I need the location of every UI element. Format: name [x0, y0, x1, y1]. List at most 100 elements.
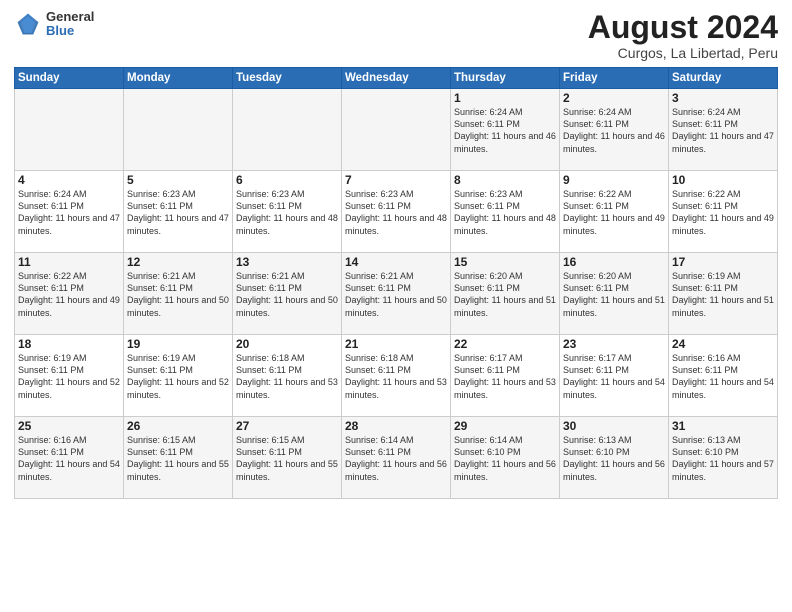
day-info: Sunrise: 6:17 AMSunset: 6:11 PMDaylight:…: [454, 353, 556, 399]
day-number: 29: [454, 419, 556, 433]
day-number: 18: [18, 337, 120, 351]
header: General Blue August 2024 Curgos, La Libe…: [14, 10, 778, 61]
calendar-cell: 21 Sunrise: 6:18 AMSunset: 6:11 PMDayligh…: [342, 335, 451, 417]
weekday-header-thursday: Thursday: [451, 68, 560, 89]
day-number: 3: [672, 91, 774, 105]
day-number: 19: [127, 337, 229, 351]
calendar-cell: 23 Sunrise: 6:17 AMSunset: 6:11 PMDayligh…: [560, 335, 669, 417]
calendar-cell: 24Sunrise: 6:16 AMSunset: 6:11 PMDayligh…: [669, 335, 778, 417]
day-info: Sunrise: 6:24 AMSunset: 6:11 PMDaylight:…: [18, 189, 120, 235]
day-number: 26: [127, 419, 229, 433]
day-info: Sunrise: 6:21 AMSunset: 6:11 PMDaylight:…: [236, 271, 338, 317]
day-info: Sunrise: 6:16 AMSunset: 6:11 PMDaylight:…: [18, 435, 120, 481]
day-number: 15: [454, 255, 556, 269]
calendar-cell: 13Sunrise: 6:21 AMSunset: 6:11 PMDayligh…: [233, 253, 342, 335]
calendar-cell: [124, 89, 233, 171]
day-info: Sunrise: 6:24 AMSunset: 6:11 PMDaylight:…: [454, 107, 556, 153]
day-info: Sunrise: 6:15 AMSunset: 6:11 PMDaylight:…: [127, 435, 229, 481]
calendar-table: SundayMondayTuesdayWednesdayThursdayFrid…: [14, 67, 778, 499]
day-number: 22: [454, 337, 556, 351]
logo-text: General Blue: [46, 10, 94, 39]
day-number: 8: [454, 173, 556, 187]
calendar-cell: 12Sunrise: 6:21 AMSunset: 6:11 PMDayligh…: [124, 253, 233, 335]
calendar-cell: [342, 89, 451, 171]
day-number: 5: [127, 173, 229, 187]
calendar-cell: 17 Sunrise: 6:19 AMSunset: 6:11 PMDayligh…: [669, 253, 778, 335]
day-info: Sunrise: 6:17 AMSunset: 6:11 PMDaylight:…: [563, 353, 665, 399]
day-number: 30: [563, 419, 665, 433]
day-info: Sunrise: 6:15 AMSunset: 6:11 PMDaylight:…: [236, 435, 338, 481]
weekday-header-tuesday: Tuesday: [233, 68, 342, 89]
day-info: Sunrise: 6:24 AMSunset: 6:11 PMDaylight:…: [563, 107, 665, 153]
logo: General Blue: [14, 10, 94, 39]
day-info: Sunrise: 6:19 AMSunset: 6:11 PMDaylight:…: [672, 271, 774, 317]
calendar-cell: 15 Sunrise: 6:20 AMSunset: 6:11 PMDayligh…: [451, 253, 560, 335]
calendar-cell: 20Sunrise: 6:18 AMSunset: 6:11 PMDayligh…: [233, 335, 342, 417]
day-info: Sunrise: 6:20 AMSunset: 6:11 PMDaylight:…: [563, 271, 665, 317]
day-info: Sunrise: 6:18 AMSunset: 6:11 PMDaylight:…: [345, 353, 447, 399]
day-info: Sunrise: 6:21 AMSunset: 6:11 PMDaylight:…: [345, 271, 447, 317]
calendar-cell: 4 Sunrise: 6:24 AMSunset: 6:11 PMDaylight…: [15, 171, 124, 253]
day-info: Sunrise: 6:13 AMSunset: 6:10 PMDaylight:…: [563, 435, 665, 481]
calendar-week-row: 25 Sunrise: 6:16 AMSunset: 6:11 PMDayligh…: [15, 417, 778, 499]
day-number: 7: [345, 173, 447, 187]
calendar-cell: 26 Sunrise: 6:15 AMSunset: 6:11 PMDayligh…: [124, 417, 233, 499]
calendar-cell: 9Sunrise: 6:22 AMSunset: 6:11 PMDaylight…: [560, 171, 669, 253]
day-info: Sunrise: 6:19 AMSunset: 6:11 PMDaylight:…: [127, 353, 229, 399]
day-info: Sunrise: 6:22 AMSunset: 6:11 PMDaylight:…: [18, 271, 120, 317]
day-number: 10: [672, 173, 774, 187]
calendar-cell: 3 Sunrise: 6:24 AMSunset: 6:11 PMDaylight…: [669, 89, 778, 171]
calendar-cell: 25 Sunrise: 6:16 AMSunset: 6:11 PMDayligh…: [15, 417, 124, 499]
day-info: Sunrise: 6:24 AMSunset: 6:11 PMDaylight:…: [672, 107, 774, 153]
day-info: Sunrise: 6:21 AMSunset: 6:11 PMDaylight:…: [127, 271, 229, 317]
calendar-cell: 18 Sunrise: 6:19 AMSunset: 6:11 PMDayligh…: [15, 335, 124, 417]
calendar-cell: 28Sunrise: 6:14 AMSunset: 6:11 PMDayligh…: [342, 417, 451, 499]
day-number: 23: [563, 337, 665, 351]
day-number: 31: [672, 419, 774, 433]
calendar-cell: 2 Sunrise: 6:24 AMSunset: 6:11 PMDaylight…: [560, 89, 669, 171]
day-info: Sunrise: 6:23 AMSunset: 6:11 PMDaylight:…: [345, 189, 447, 235]
day-number: 2: [563, 91, 665, 105]
day-info: Sunrise: 6:14 AMSunset: 6:10 PMDaylight:…: [454, 435, 556, 481]
calendar-week-row: 4 Sunrise: 6:24 AMSunset: 6:11 PMDaylight…: [15, 171, 778, 253]
logo-blue-text: Blue: [46, 24, 94, 38]
day-info: Sunrise: 6:23 AMSunset: 6:11 PMDaylight:…: [454, 189, 556, 235]
calendar-cell: 14 Sunrise: 6:21 AMSunset: 6:11 PMDayligh…: [342, 253, 451, 335]
day-number: 27: [236, 419, 338, 433]
calendar-cell: 19 Sunrise: 6:19 AMSunset: 6:11 PMDayligh…: [124, 335, 233, 417]
day-info: Sunrise: 6:13 AMSunset: 6:10 PMDaylight:…: [672, 435, 774, 481]
main-title: August 2024: [588, 10, 778, 45]
day-number: 17: [672, 255, 774, 269]
calendar-cell: [233, 89, 342, 171]
day-info: Sunrise: 6:23 AMSunset: 6:11 PMDaylight:…: [236, 189, 338, 235]
day-number: 21: [345, 337, 447, 351]
weekday-header-wednesday: Wednesday: [342, 68, 451, 89]
day-number: 24: [672, 337, 774, 351]
calendar-cell: 11 Sunrise: 6:22 AMSunset: 6:11 PMDayligh…: [15, 253, 124, 335]
day-number: 20: [236, 337, 338, 351]
day-number: 14: [345, 255, 447, 269]
day-number: 16: [563, 255, 665, 269]
weekday-header-monday: Monday: [124, 68, 233, 89]
calendar-cell: 5Sunrise: 6:23 AMSunset: 6:11 PMDaylight…: [124, 171, 233, 253]
day-number: 25: [18, 419, 120, 433]
calendar-cell: 22 Sunrise: 6:17 AMSunset: 6:11 PMDayligh…: [451, 335, 560, 417]
day-info: Sunrise: 6:20 AMSunset: 6:11 PMDaylight:…: [454, 271, 556, 317]
day-number: 4: [18, 173, 120, 187]
calendar-week-row: 11 Sunrise: 6:22 AMSunset: 6:11 PMDayligh…: [15, 253, 778, 335]
calendar-cell: 16 Sunrise: 6:20 AMSunset: 6:11 PMDayligh…: [560, 253, 669, 335]
weekday-header-row: SundayMondayTuesdayWednesdayThursdayFrid…: [15, 68, 778, 89]
weekday-header-friday: Friday: [560, 68, 669, 89]
day-number: 11: [18, 255, 120, 269]
subtitle: Curgos, La Libertad, Peru: [588, 45, 778, 61]
day-number: 28: [345, 419, 447, 433]
calendar-cell: 30 Sunrise: 6:13 AMSunset: 6:10 PMDayligh…: [560, 417, 669, 499]
calendar-cell: 27 Sunrise: 6:15 AMSunset: 6:11 PMDayligh…: [233, 417, 342, 499]
day-number: 6: [236, 173, 338, 187]
day-info: Sunrise: 6:22 AMSunset: 6:11 PMDaylight:…: [563, 189, 665, 235]
day-info: Sunrise: 6:19 AMSunset: 6:11 PMDaylight:…: [18, 353, 120, 399]
day-number: 1: [454, 91, 556, 105]
weekday-header-saturday: Saturday: [669, 68, 778, 89]
calendar-cell: 8 Sunrise: 6:23 AMSunset: 6:11 PMDaylight…: [451, 171, 560, 253]
calendar-cell: 31 Sunrise: 6:13 AMSunset: 6:10 PMDayligh…: [669, 417, 778, 499]
